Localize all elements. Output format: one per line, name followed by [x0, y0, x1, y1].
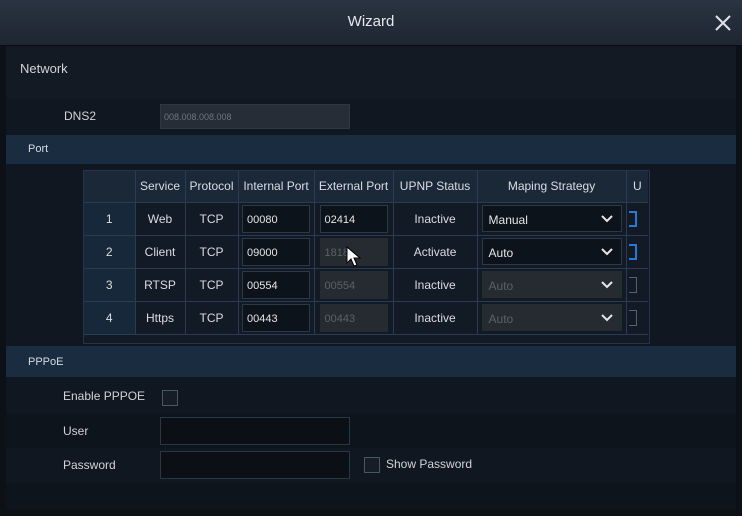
password-row: Password Show Password [6, 448, 736, 483]
password-input[interactable] [160, 451, 350, 479]
col-header-internal-port: Internal Port [238, 171, 315, 203]
enable-pppoe-checkbox[interactable] [162, 390, 178, 406]
close-icon[interactable] [710, 10, 736, 36]
table-header-row: Service Protocol Internal Port External … [84, 171, 649, 203]
pppoe-section-bar: PPPoE [6, 346, 736, 377]
upnp-checkbox[interactable] [628, 243, 637, 260]
external-port-field[interactable]: 02414 [319, 204, 388, 233]
port-section-bar: Port [6, 135, 736, 164]
row-service: Web [135, 202, 186, 236]
dns2-label: DNS2 [64, 109, 97, 123]
dns2-field[interactable]: 008.008.008.008 [160, 104, 350, 129]
pppoe-section-label: PPPoE [28, 356, 64, 368]
col-header-index [84, 171, 136, 203]
row-protocol: TCP [185, 301, 239, 335]
row-service: Https [135, 301, 186, 335]
chevron-down-icon [600, 314, 613, 322]
chevron-down-icon [600, 281, 613, 289]
col-header-maping-strategy: Maping Strategy [477, 171, 627, 203]
chevron-down-icon [600, 215, 613, 223]
row-upnp-status: Inactive [393, 202, 478, 236]
maping-strategy-select: Auto [481, 271, 622, 298]
upnp-checkbox[interactable] [628, 276, 637, 293]
maping-strategy-value: Auto [488, 312, 514, 326]
table-row: 3 RTSP TCP 00554 00554 Inactive Auto [84, 268, 649, 302]
user-row: User [6, 414, 736, 448]
port-table: Service Protocol Internal Port External … [83, 170, 650, 344]
user-label: User [63, 424, 89, 438]
mouse-pointer-icon [346, 246, 362, 267]
maping-strategy-value: Manual [488, 213, 528, 227]
password-label: Password [63, 458, 116, 472]
footer-area [6, 483, 736, 510]
user-input[interactable] [160, 417, 350, 445]
row-protocol: TCP [185, 202, 239, 236]
row-upnp-status: Inactive [393, 301, 478, 335]
internal-port-field[interactable]: 00443 [242, 303, 311, 332]
show-password-checkbox[interactable] [364, 457, 380, 473]
chevron-down-icon [600, 248, 613, 256]
row-index: 1 [84, 202, 136, 236]
row-service: Client [135, 235, 186, 269]
upnp-checkbox[interactable] [628, 309, 637, 326]
enable-pppoe-row: Enable PPPOE [6, 377, 736, 414]
row-upnp-status: Activate [393, 235, 478, 269]
row-index: 2 [84, 235, 136, 269]
maping-strategy-select[interactable]: Manual [481, 205, 622, 232]
external-port-field: 00443 [319, 303, 388, 332]
title-bar: Wizard [0, 0, 742, 46]
row-index: 4 [84, 301, 136, 335]
row-protocol: TCP [185, 268, 239, 302]
upnp-checkbox[interactable] [628, 210, 637, 227]
table-row: 1 Web TCP 00080 02414 Inactive Manual [84, 202, 649, 236]
maping-strategy-value: Auto [488, 279, 514, 293]
col-header-external-port: External Port [314, 171, 394, 203]
col-header-upnp-status: UPNP Status [393, 171, 478, 203]
row-service: RTSP [135, 268, 186, 302]
network-section: Network [6, 46, 736, 98]
row-upnp-status: Inactive [393, 268, 478, 302]
internal-port-field[interactable]: 00080 [242, 204, 311, 233]
row-protocol: TCP [185, 235, 239, 269]
table-row: 2 Client TCP 09000 1818 Activate Auto [84, 235, 649, 269]
network-label: Network [20, 61, 68, 76]
port-section-label: Port [28, 143, 49, 155]
table-row: 4 Https TCP 00443 00443 Inactive Auto [84, 301, 649, 335]
maping-strategy-value: Auto [488, 246, 514, 260]
internal-port-field[interactable]: 00554 [242, 270, 311, 299]
col-header-protocol: Protocol [185, 171, 239, 203]
col-header-u: U [626, 171, 649, 203]
window-title: Wizard [347, 13, 395, 30]
enable-pppoe-label: Enable PPPOE [63, 389, 146, 403]
row-index: 3 [84, 268, 136, 302]
dns2-row: DNS2 008.008.008.008 [6, 98, 736, 135]
show-password-label: Show Password [386, 457, 473, 471]
maping-strategy-select[interactable]: Auto [481, 238, 622, 265]
maping-strategy-select: Auto [481, 304, 622, 331]
internal-port-field[interactable]: 09000 [242, 237, 311, 266]
col-header-service: Service [135, 171, 186, 203]
external-port-field: 00554 [319, 270, 388, 299]
